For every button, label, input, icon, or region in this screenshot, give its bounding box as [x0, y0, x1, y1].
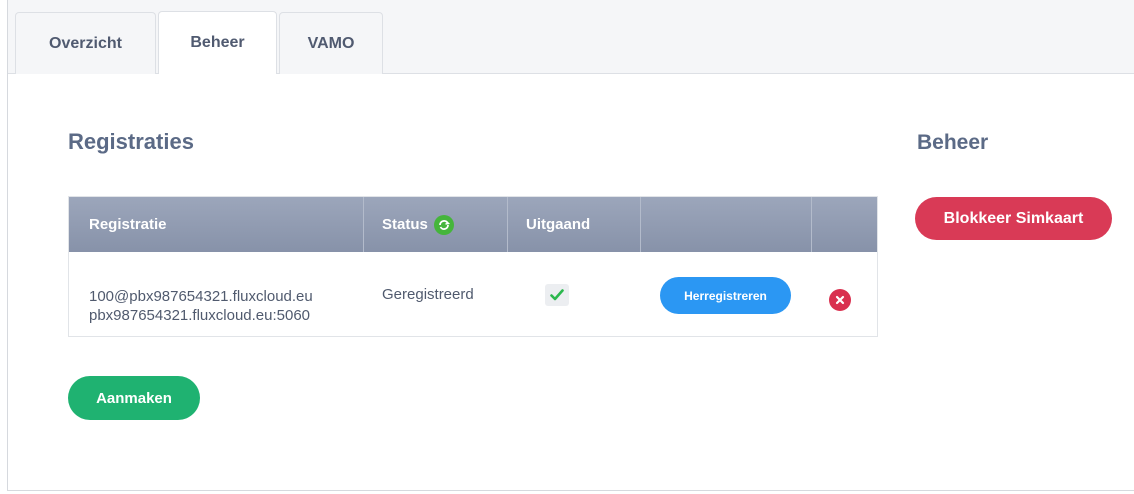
- close-circle-icon[interactable]: [829, 289, 851, 311]
- blokkeer-simkaart-button[interactable]: Blokkeer Simkaart: [915, 197, 1112, 240]
- beheer-heading: Beheer: [917, 131, 989, 154]
- registraties-table: Registratie Status Uitgaand 100@pbx98765…: [68, 196, 878, 337]
- registraties-heading: Registraties: [68, 129, 194, 154]
- column-header-status-label: Status: [382, 216, 428, 233]
- table-header: Registratie Status Uitgaand: [69, 197, 877, 252]
- content-frame: Overzicht Beheer VAMO Registraties Regis…: [7, 0, 1134, 491]
- column-divider: [363, 197, 364, 252]
- tab-overzicht[interactable]: Overzicht: [15, 12, 156, 74]
- registratie-address: 100@pbx987654321.fluxcloud.eu: [89, 288, 313, 305]
- registratie-host: pbx987654321.fluxcloud.eu:5060: [89, 307, 311, 324]
- column-divider: [811, 197, 812, 252]
- herregistreren-button[interactable]: Herregistreren: [660, 277, 791, 314]
- checkmark-icon: [550, 289, 564, 301]
- aanmaken-button[interactable]: Aanmaken: [68, 376, 200, 420]
- column-header-uitgaand: Uitgaand: [526, 216, 591, 233]
- registratie-value: 100@pbx987654321.fluxcloud.eu pbx9876543…: [89, 287, 313, 325]
- tab-vamo[interactable]: VAMO: [279, 12, 383, 74]
- column-divider: [640, 197, 641, 252]
- status-value: Geregistreerd: [382, 286, 474, 303]
- tab-bar: Overzicht Beheer VAMO: [8, 0, 1134, 74]
- tab-beheer[interactable]: Beheer: [158, 11, 277, 74]
- column-divider: [507, 197, 508, 252]
- sync-icon[interactable]: [433, 214, 454, 235]
- column-header-registratie: Registratie: [89, 216, 167, 233]
- column-header-status: Status: [382, 197, 454, 252]
- uitgaand-checkbox[interactable]: [545, 284, 569, 306]
